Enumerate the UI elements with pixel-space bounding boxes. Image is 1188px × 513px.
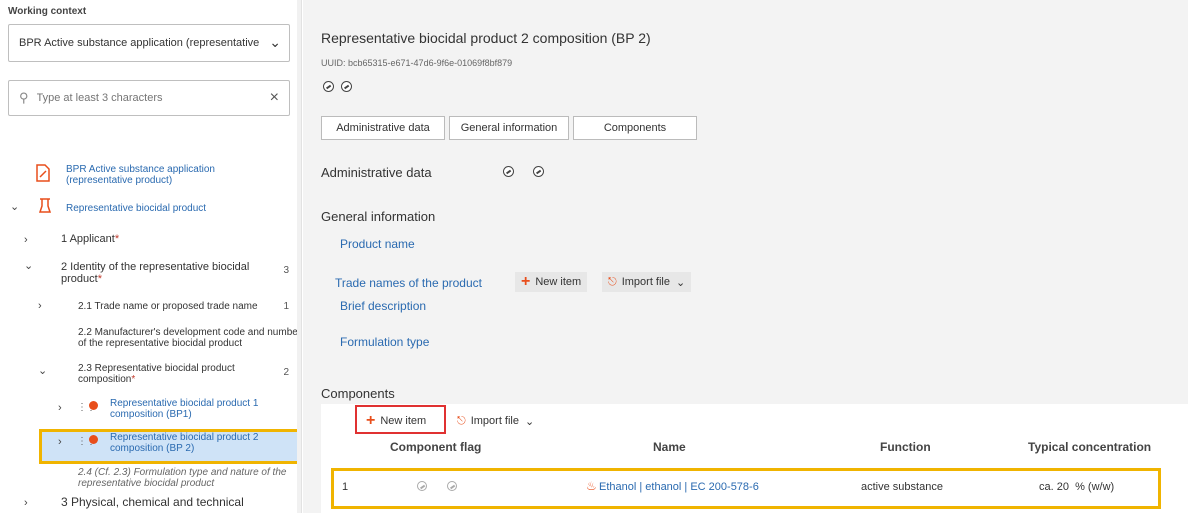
working-context-value: BPR Active substance application (repres… — [19, 37, 260, 49]
document-panel: Representative biocidal product 2 compos… — [303, 0, 1188, 513]
highlight-outline — [39, 429, 301, 464]
count-badge: 1 — [283, 301, 289, 312]
tab-general-information[interactable]: General information — [449, 116, 569, 140]
working-context-label: Working context — [8, 6, 87, 17]
column-header-function: Function — [880, 440, 931, 454]
chevron-down-icon: ⌄ — [525, 415, 535, 428]
plus-icon: + — [521, 273, 531, 290]
navigation-panel: Working context BPR Active substance app… — [0, 0, 302, 513]
tree-item-bp1-label: Representative biocidal product 1 compos… — [110, 398, 259, 420]
tree-item-composition-label: 2.3 Representative biocidal product comp… — [78, 363, 235, 385]
status-dot-icon — [89, 401, 98, 410]
clear-icon[interactable]: × — [270, 89, 279, 107]
trade-names-label: Trade names of the product — [335, 276, 482, 290]
chevron-right-icon[interactable]: › — [58, 402, 62, 414]
chevron-right-icon[interactable]: › — [38, 300, 42, 312]
working-context-select[interactable]: BPR Active substance application (repres… — [8, 24, 290, 62]
flag-icon[interactable] — [341, 81, 352, 92]
scrollbar[interactable] — [297, 0, 301, 513]
tab-administrative-data[interactable]: Administrative data — [321, 116, 445, 140]
tree-search[interactable]: ⚲ × — [8, 80, 290, 116]
trade-names-new-item-button[interactable]: + New item — [515, 272, 588, 292]
column-header-name: Name — [653, 440, 686, 454]
count-badge: 2 — [283, 367, 289, 378]
flag-icon[interactable] — [533, 166, 544, 177]
tree-item-manufacturer-code-label: 2.2 Manufacturer's development code and … — [78, 327, 302, 349]
highlight-outline — [331, 468, 1161, 509]
tree-item-product-label: Representative biocidal product — [66, 203, 207, 214]
formulation-type-label: Formulation type — [340, 335, 430, 349]
tab-components[interactable]: Components — [573, 116, 697, 140]
search-icon: ⚲ — [19, 90, 29, 105]
chevron-right-icon[interactable]: › — [24, 497, 28, 509]
column-header-typical-concentration: Typical concentration — [1028, 440, 1152, 454]
tree-item-identity-label: 2 Identity of the representative biocida… — [61, 261, 250, 285]
search-input[interactable] — [36, 92, 270, 104]
tree-item-trade-name-label: 2.1 Trade name or proposed trade name — [78, 301, 258, 312]
section-tabs: Administrative data General information … — [321, 116, 701, 140]
highlight-outline — [355, 405, 446, 434]
brief-description-label: Brief description — [340, 299, 427, 313]
tree-item-physical-label: 3 Physical, chemical and technical — [61, 495, 244, 509]
components-import-file-button[interactable]: ⎋ Import file ⌄ — [451, 411, 541, 431]
chevron-down-icon: ⌄ — [676, 276, 686, 289]
components-heading: Components — [321, 386, 395, 401]
chevron-right-icon[interactable]: › — [24, 234, 28, 246]
import-icon: ⎋ — [608, 275, 617, 288]
administrative-data-heading: Administrative data — [321, 165, 432, 180]
trade-names-import-file-button[interactable]: ⎋ Import file ⌄ — [602, 272, 692, 292]
tree-item-formulation-label: 2.4 (Cf. 2.3) Formulation type and natur… — [78, 467, 287, 489]
chevron-down-icon[interactable]: ⌄ — [10, 200, 19, 213]
count-badge: 3 — [283, 265, 289, 276]
import-icon: ⎋ — [457, 414, 466, 427]
document-title: Representative biocidal product 2 compos… — [321, 30, 651, 46]
tree-item-root-label: BPR Active substance application (repres… — [66, 164, 215, 186]
product-name-label: Product name — [340, 237, 415, 251]
chevron-down-icon[interactable]: ⌄ — [24, 259, 33, 272]
document-uuid: UUID: bcb65315-e671-47d6-9f6e-01069f8bf8… — [321, 58, 513, 68]
chevron-down-icon: ⌄ — [269, 34, 281, 50]
product-icon — [38, 198, 52, 213]
general-information-heading: General information — [321, 209, 436, 224]
flag-icon[interactable] — [323, 81, 334, 92]
chevron-down-icon[interactable]: ⌄ — [38, 364, 47, 377]
flag-icon[interactable] — [503, 166, 514, 177]
column-header-component-flag: Component flag — [390, 440, 482, 454]
dossier-icon — [36, 164, 50, 182]
tree-item-applicant-label: 1 Applicant — [61, 233, 115, 245]
